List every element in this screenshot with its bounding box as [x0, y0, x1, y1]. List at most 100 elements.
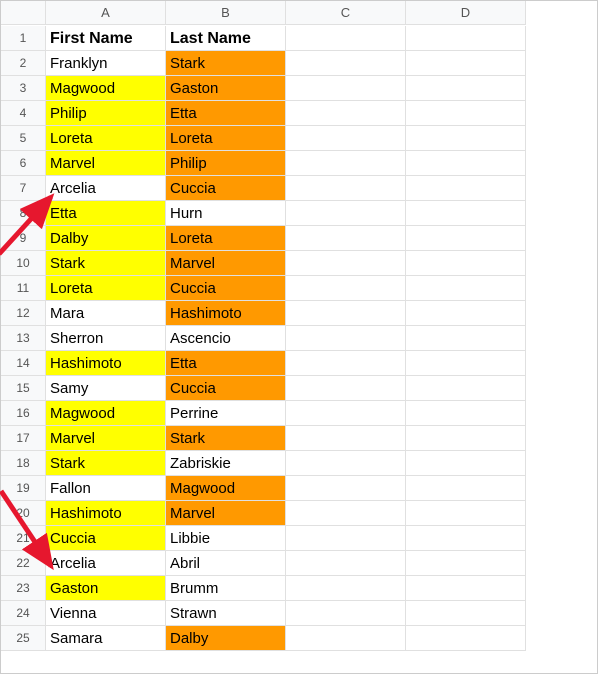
col-header-d[interactable]: D — [406, 1, 526, 25]
cell-b14[interactable]: Etta — [166, 351, 286, 376]
cell-a17[interactable]: Marvel — [46, 426, 166, 451]
cell-a16[interactable]: Magwood — [46, 401, 166, 426]
cell-b16[interactable]: Perrine — [166, 401, 286, 426]
row-header-22[interactable]: 22 — [1, 551, 46, 576]
row-header-15[interactable]: 15 — [1, 376, 46, 401]
row-header-13[interactable]: 13 — [1, 326, 46, 351]
cell-b20[interactable]: Marvel — [166, 501, 286, 526]
cell-d23[interactable] — [406, 576, 526, 601]
cell-c9[interactable] — [286, 226, 406, 251]
row-header-5[interactable]: 5 — [1, 126, 46, 151]
cell-d14[interactable] — [406, 351, 526, 376]
cell-d25[interactable] — [406, 626, 526, 651]
cell-c8[interactable] — [286, 201, 406, 226]
cell-a11[interactable]: Loreta — [46, 276, 166, 301]
row-header-10[interactable]: 10 — [1, 251, 46, 276]
cell-b25[interactable]: Dalby — [166, 626, 286, 651]
cell-c16[interactable] — [286, 401, 406, 426]
cell-b2[interactable]: Stark — [166, 51, 286, 76]
cell-c17[interactable] — [286, 426, 406, 451]
row-header-20[interactable]: 20 — [1, 501, 46, 526]
cell-b5[interactable]: Loreta — [166, 126, 286, 151]
cell-b12[interactable]: Hashimoto — [166, 301, 286, 326]
cell-b19[interactable]: Magwood — [166, 476, 286, 501]
cell-d9[interactable] — [406, 226, 526, 251]
cell-c18[interactable] — [286, 451, 406, 476]
cell-b21[interactable]: Libbie — [166, 526, 286, 551]
col-header-b[interactable]: B — [166, 1, 286, 25]
col-header-a[interactable]: A — [46, 1, 166, 25]
cell-b15[interactable]: Cuccia — [166, 376, 286, 401]
cell-c14[interactable] — [286, 351, 406, 376]
cell-b13[interactable]: Ascencio — [166, 326, 286, 351]
row-header-18[interactable]: 18 — [1, 451, 46, 476]
row-header-8[interactable]: 8 — [1, 201, 46, 226]
spreadsheet-grid[interactable]: ABCD1First NameLast Name2FranklynStark3M… — [1, 1, 598, 651]
cell-d2[interactable] — [406, 51, 526, 76]
cell-c11[interactable] — [286, 276, 406, 301]
cell-d11[interactable] — [406, 276, 526, 301]
cell-a19[interactable]: Fallon — [46, 476, 166, 501]
row-header-12[interactable]: 12 — [1, 301, 46, 326]
cell-a15[interactable]: Samy — [46, 376, 166, 401]
cell-a20[interactable]: Hashimoto — [46, 501, 166, 526]
cell-d12[interactable] — [406, 301, 526, 326]
cell-d13[interactable] — [406, 326, 526, 351]
cell-d8[interactable] — [406, 201, 526, 226]
cell-a10[interactable]: Stark — [46, 251, 166, 276]
cell-d18[interactable] — [406, 451, 526, 476]
cell-d16[interactable] — [406, 401, 526, 426]
row-header-25[interactable]: 25 — [1, 626, 46, 651]
cell-c24[interactable] — [286, 601, 406, 626]
row-header-6[interactable]: 6 — [1, 151, 46, 176]
cell-a24[interactable]: Vienna — [46, 601, 166, 626]
row-header-4[interactable]: 4 — [1, 101, 46, 126]
cell-c21[interactable] — [286, 526, 406, 551]
row-header-9[interactable]: 9 — [1, 226, 46, 251]
cell-b6[interactable]: Philip — [166, 151, 286, 176]
cell-b22[interactable]: Abril — [166, 551, 286, 576]
cell-a18[interactable]: Stark — [46, 451, 166, 476]
cell-d20[interactable] — [406, 501, 526, 526]
cell-d15[interactable] — [406, 376, 526, 401]
cell-a6[interactable]: Marvel — [46, 151, 166, 176]
cell-c1[interactable] — [286, 26, 406, 51]
cell-c13[interactable] — [286, 326, 406, 351]
cell-c2[interactable] — [286, 51, 406, 76]
row-header-16[interactable]: 16 — [1, 401, 46, 426]
cell-d19[interactable] — [406, 476, 526, 501]
cell-a25[interactable]: Samara — [46, 626, 166, 651]
cell-a13[interactable]: Sherron — [46, 326, 166, 351]
row-header-24[interactable]: 24 — [1, 601, 46, 626]
col-header-c[interactable]: C — [286, 1, 406, 25]
cell-d1[interactable] — [406, 26, 526, 51]
cell-d21[interactable] — [406, 526, 526, 551]
row-header-19[interactable]: 19 — [1, 476, 46, 501]
cell-c25[interactable] — [286, 626, 406, 651]
cell-c12[interactable] — [286, 301, 406, 326]
cell-d5[interactable] — [406, 126, 526, 151]
row-header-23[interactable]: 23 — [1, 576, 46, 601]
cell-d24[interactable] — [406, 601, 526, 626]
cell-b11[interactable]: Cuccia — [166, 276, 286, 301]
cell-a1[interactable]: First Name — [46, 26, 166, 51]
cell-c5[interactable] — [286, 126, 406, 151]
cell-a12[interactable]: Mara — [46, 301, 166, 326]
cell-b8[interactable]: Hurn — [166, 201, 286, 226]
cell-d6[interactable] — [406, 151, 526, 176]
cell-a2[interactable]: Franklyn — [46, 51, 166, 76]
cell-b10[interactable]: Marvel — [166, 251, 286, 276]
cell-b1[interactable]: Last Name — [166, 26, 286, 51]
cell-c19[interactable] — [286, 476, 406, 501]
cell-b23[interactable]: Brumm — [166, 576, 286, 601]
row-header-14[interactable]: 14 — [1, 351, 46, 376]
cell-c20[interactable] — [286, 501, 406, 526]
cell-a9[interactable]: Dalby — [46, 226, 166, 251]
cell-d3[interactable] — [406, 76, 526, 101]
cell-b18[interactable]: Zabriskie — [166, 451, 286, 476]
cell-d4[interactable] — [406, 101, 526, 126]
cell-b24[interactable]: Strawn — [166, 601, 286, 626]
row-header-2[interactable]: 2 — [1, 51, 46, 76]
cell-c23[interactable] — [286, 576, 406, 601]
row-header-7[interactable]: 7 — [1, 176, 46, 201]
